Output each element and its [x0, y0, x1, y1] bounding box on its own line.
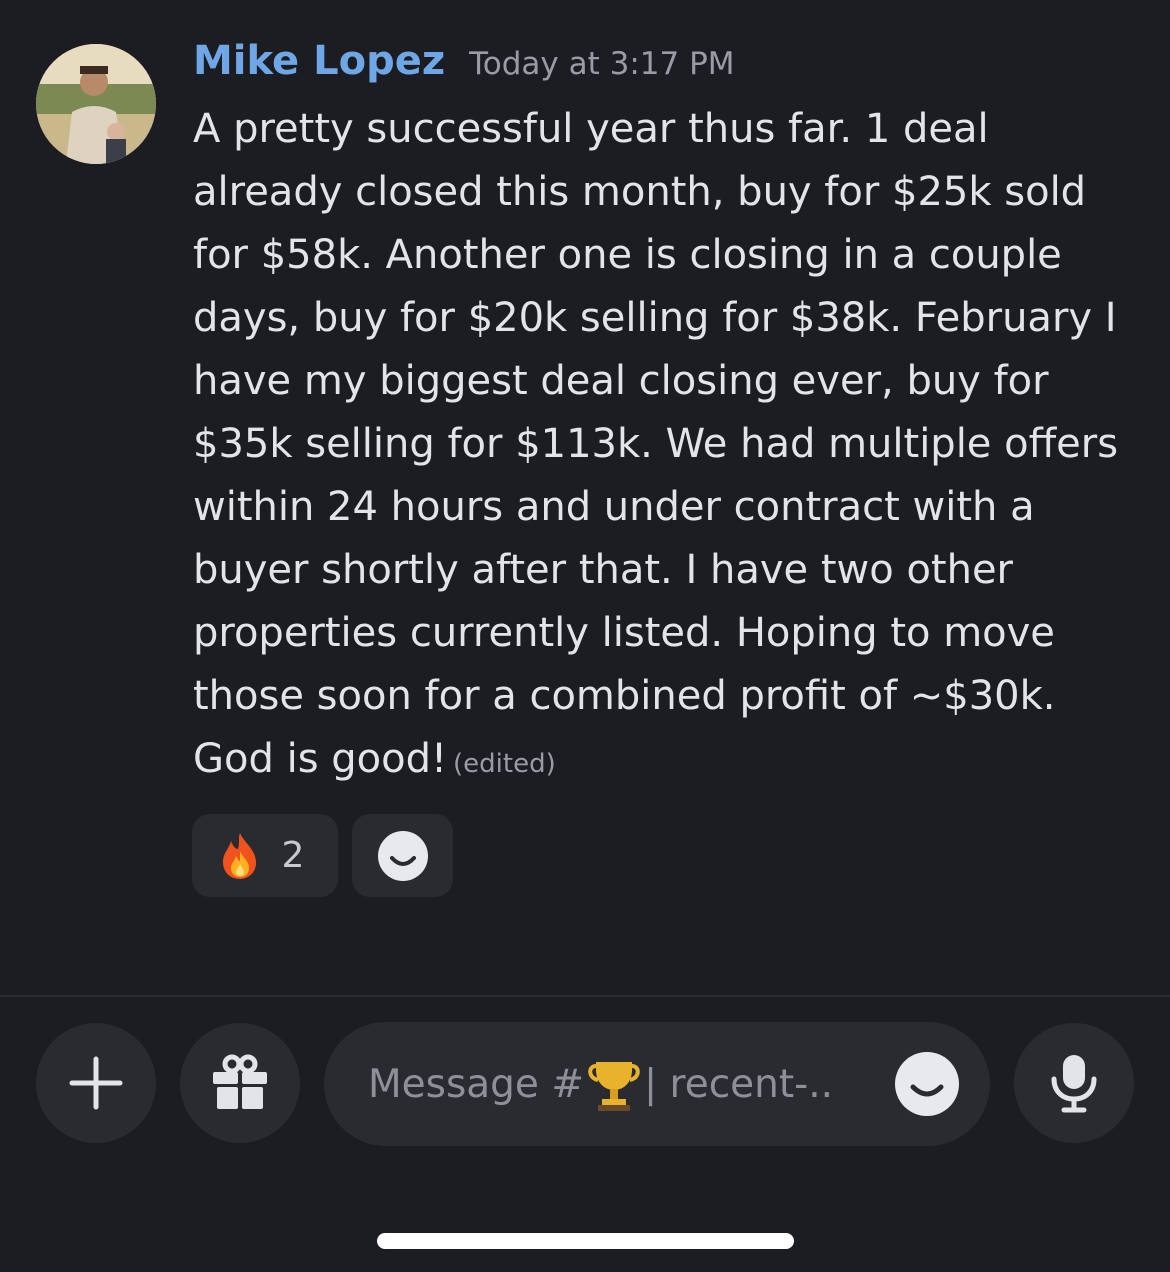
emoji-button[interactable] — [894, 1051, 960, 1117]
chat-screen: Mike Lopez Today at 3:17 PM A pretty suc… — [0, 0, 1170, 1272]
fire-icon — [222, 832, 256, 879]
message-body: A pretty successful year thus far. 1 dea… — [193, 98, 1143, 796]
trophy-icon — [588, 1062, 640, 1111]
add-reaction-icon — [377, 830, 428, 881]
attach-button[interactable] — [36, 1023, 156, 1143]
microphone-icon — [1051, 1055, 1097, 1113]
placeholder-suffix: | recent-.. — [644, 1061, 834, 1107]
reaction-count: 2 — [281, 835, 305, 876]
message-placeholder: Message # | recent-.. — [368, 1022, 888, 1146]
reaction-fire[interactable]: 2 — [192, 814, 338, 897]
voice-message-button[interactable] — [1014, 1023, 1134, 1143]
avatar-photo-icon — [36, 44, 156, 164]
edited-label: (edited) — [453, 749, 556, 779]
divider — [0, 995, 1170, 997]
add-reaction-button[interactable] — [352, 814, 453, 897]
message-header: Mike Lopez Today at 3:17 PM — [193, 38, 735, 84]
gift-button[interactable] — [180, 1023, 300, 1143]
placeholder-prefix: Message # — [368, 1061, 585, 1107]
username[interactable]: Mike Lopez — [193, 38, 445, 84]
timestamp: Today at 3:17 PM — [469, 46, 735, 82]
avatar[interactable] — [36, 44, 156, 164]
smiley-icon — [895, 1052, 959, 1116]
plus-icon — [69, 1056, 123, 1110]
gift-icon — [213, 1054, 267, 1109]
reaction-bar: 2 — [192, 814, 453, 897]
message-input[interactable]: Message # | recent-.. — [324, 1022, 990, 1146]
home-indicator[interactable] — [377, 1233, 794, 1249]
message-text: A pretty successful year thus far. 1 dea… — [193, 106, 1119, 782]
